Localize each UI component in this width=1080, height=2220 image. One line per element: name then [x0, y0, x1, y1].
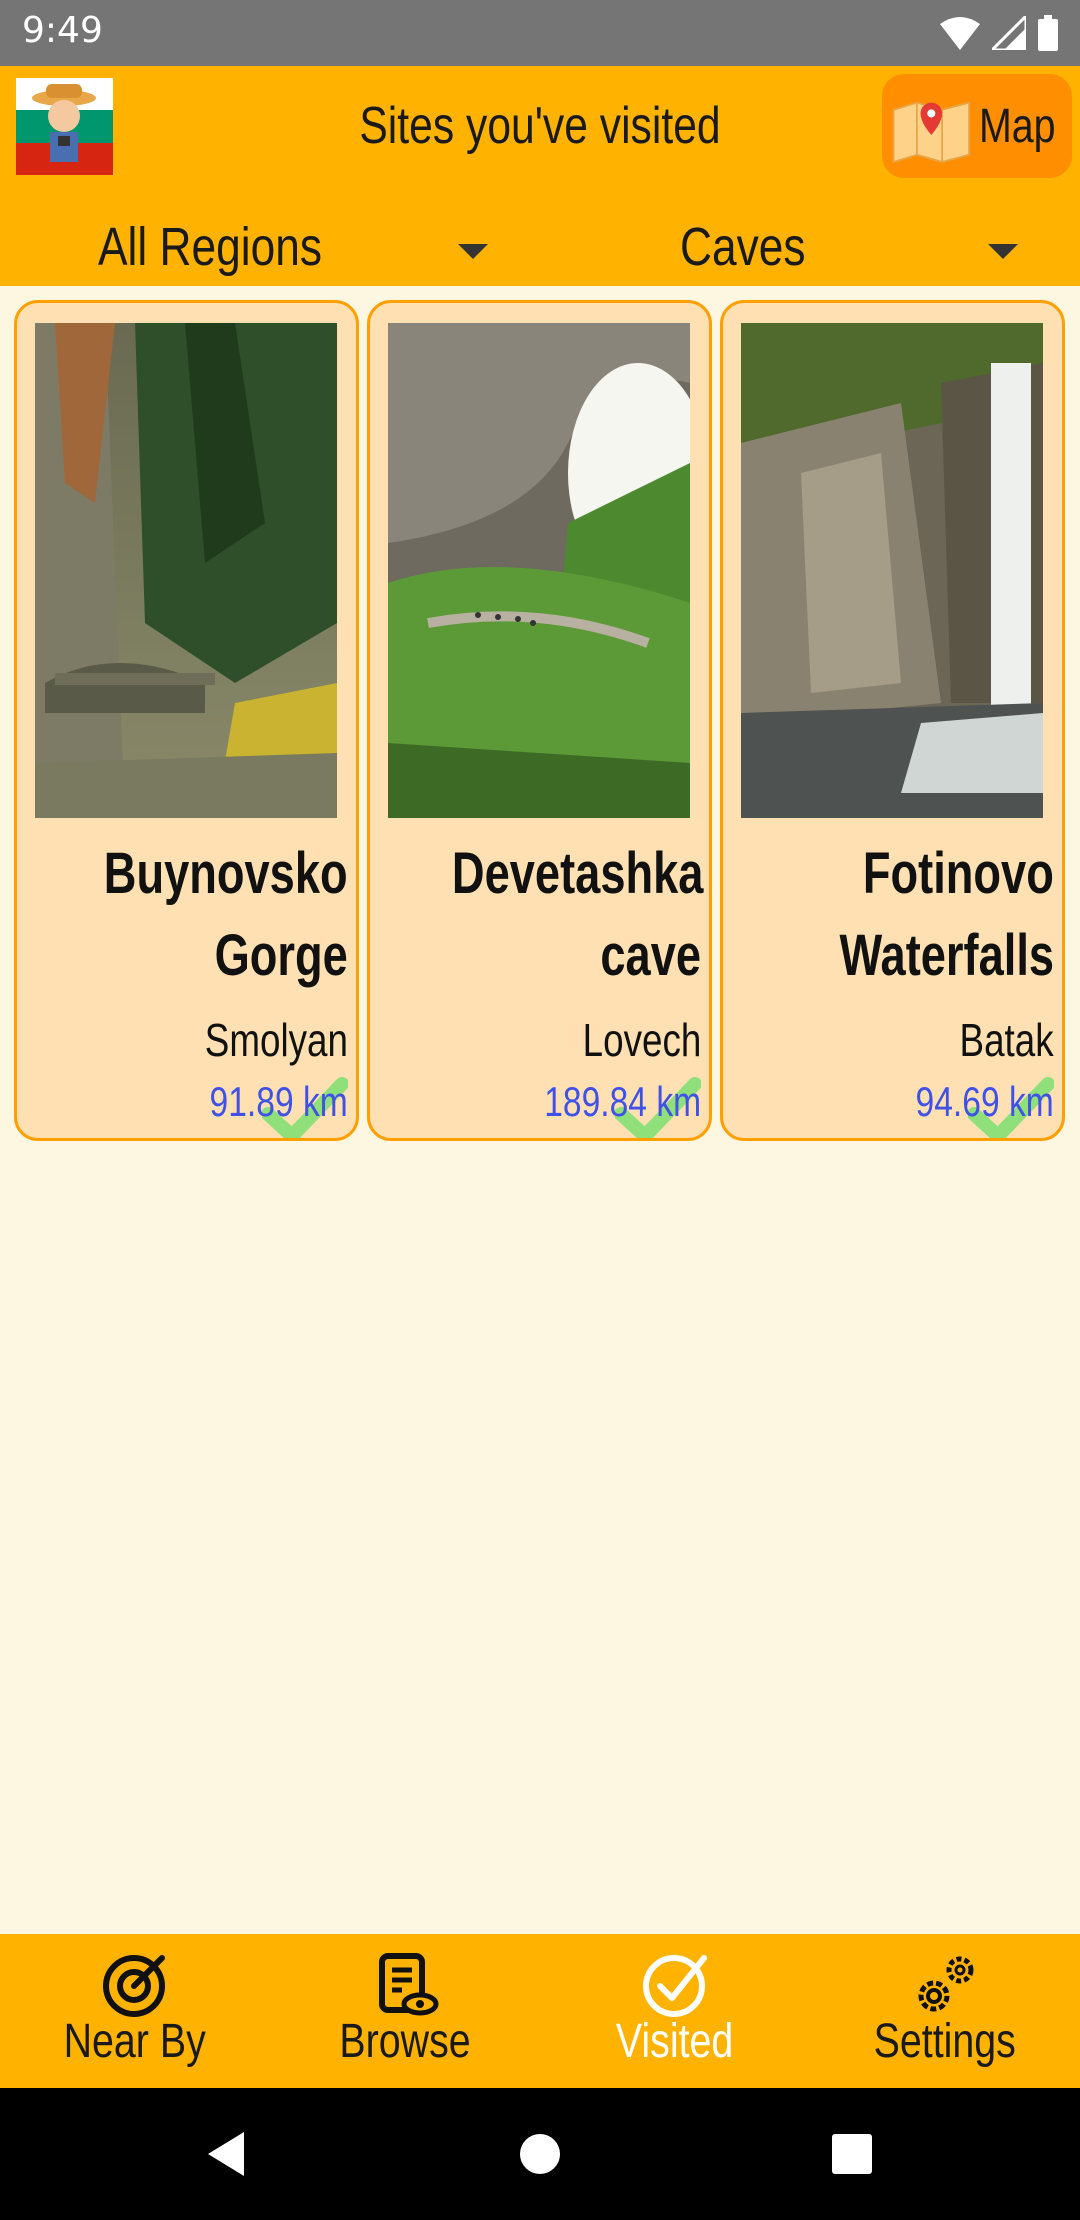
nav-near-by-label: Near By	[63, 2015, 207, 2068]
category-dropdown[interactable]: Caves	[540, 206, 1080, 286]
page-title: Sites you've visited	[359, 97, 721, 155]
site-name-line1: Fotinovo	[863, 841, 1054, 906]
back-icon[interactable]	[204, 2130, 248, 2178]
status-bar: 9:49	[0, 0, 1080, 66]
region-dropdown[interactable]: All Regions	[0, 206, 520, 286]
status-icons	[940, 14, 1058, 52]
site-distance: 91.89 km	[209, 1078, 348, 1125]
check-circle-icon	[643, 1955, 707, 2017]
nav-settings-label: Settings	[873, 2015, 1017, 2068]
wifi-icon	[940, 17, 980, 50]
app-header: Sites you've visited Map All Regions Cav…	[0, 66, 1080, 286]
nav-settings[interactable]: Settings	[810, 1934, 1080, 2088]
site-card[interactable]: Devetashka cave Lovech 189.84 km	[367, 300, 712, 1141]
site-grid: Buynovsko Gorge Smolyan 91.89 km Devetas…	[14, 300, 1066, 1141]
site-name-line2: Gorge	[214, 923, 348, 988]
site-distance: 94.69 km	[915, 1078, 1054, 1125]
status-time: 9:49	[22, 10, 103, 51]
nav-visited-label: Visited	[616, 2015, 734, 2068]
nav-browse-label: Browse	[339, 2015, 471, 2068]
site-name: Fotinovo Waterfalls	[734, 833, 1054, 997]
site-distance: 189.84 km	[544, 1078, 701, 1125]
home-icon[interactable]	[518, 2130, 562, 2178]
site-name: Buynovsko Gorge	[28, 833, 348, 997]
site-region: Lovech	[582, 1014, 701, 1066]
map-button-label: Map	[978, 99, 1056, 153]
region-dropdown-value: All Regions	[98, 217, 322, 277]
map-pin-icon	[892, 101, 970, 164]
site-card[interactable]: Fotinovo Waterfalls Batak 94.69 km	[720, 300, 1065, 1141]
system-nav-bar	[0, 2088, 1080, 2220]
site-photo	[741, 323, 1043, 818]
chevron-down-icon	[988, 244, 1018, 259]
target-icon	[103, 1955, 165, 2017]
map-button[interactable]: Map	[882, 74, 1072, 178]
battery-icon	[1038, 15, 1058, 51]
site-region: Smolyan	[204, 1014, 348, 1066]
app-logo	[16, 78, 113, 175]
recents-icon[interactable]	[830, 2130, 874, 2178]
document-eye-icon	[379, 1953, 439, 2016]
site-photo	[35, 323, 337, 818]
site-name-line2: Waterfalls	[839, 923, 1054, 988]
category-dropdown-value: Caves	[680, 217, 806, 277]
site-name-line2: cave	[600, 923, 701, 988]
site-photo	[388, 323, 690, 818]
signal-icon	[992, 16, 1026, 50]
bottom-nav: Near By Browse Visited Settings	[0, 1934, 1080, 2088]
nav-near-by[interactable]: Near By	[0, 1934, 270, 2088]
gears-icon	[918, 1956, 974, 2012]
site-region: Batak	[959, 1014, 1054, 1066]
chevron-down-icon	[458, 244, 488, 259]
site-name-line1: Devetashka	[451, 841, 704, 906]
nav-visited[interactable]: Visited	[540, 1934, 810, 2088]
site-card[interactable]: Buynovsko Gorge Smolyan 91.89 km	[14, 300, 359, 1141]
site-name-line1: Buynovsko	[104, 841, 348, 906]
site-name: Devetashka cave	[381, 833, 704, 997]
nav-browse[interactable]: Browse	[270, 1934, 540, 2088]
